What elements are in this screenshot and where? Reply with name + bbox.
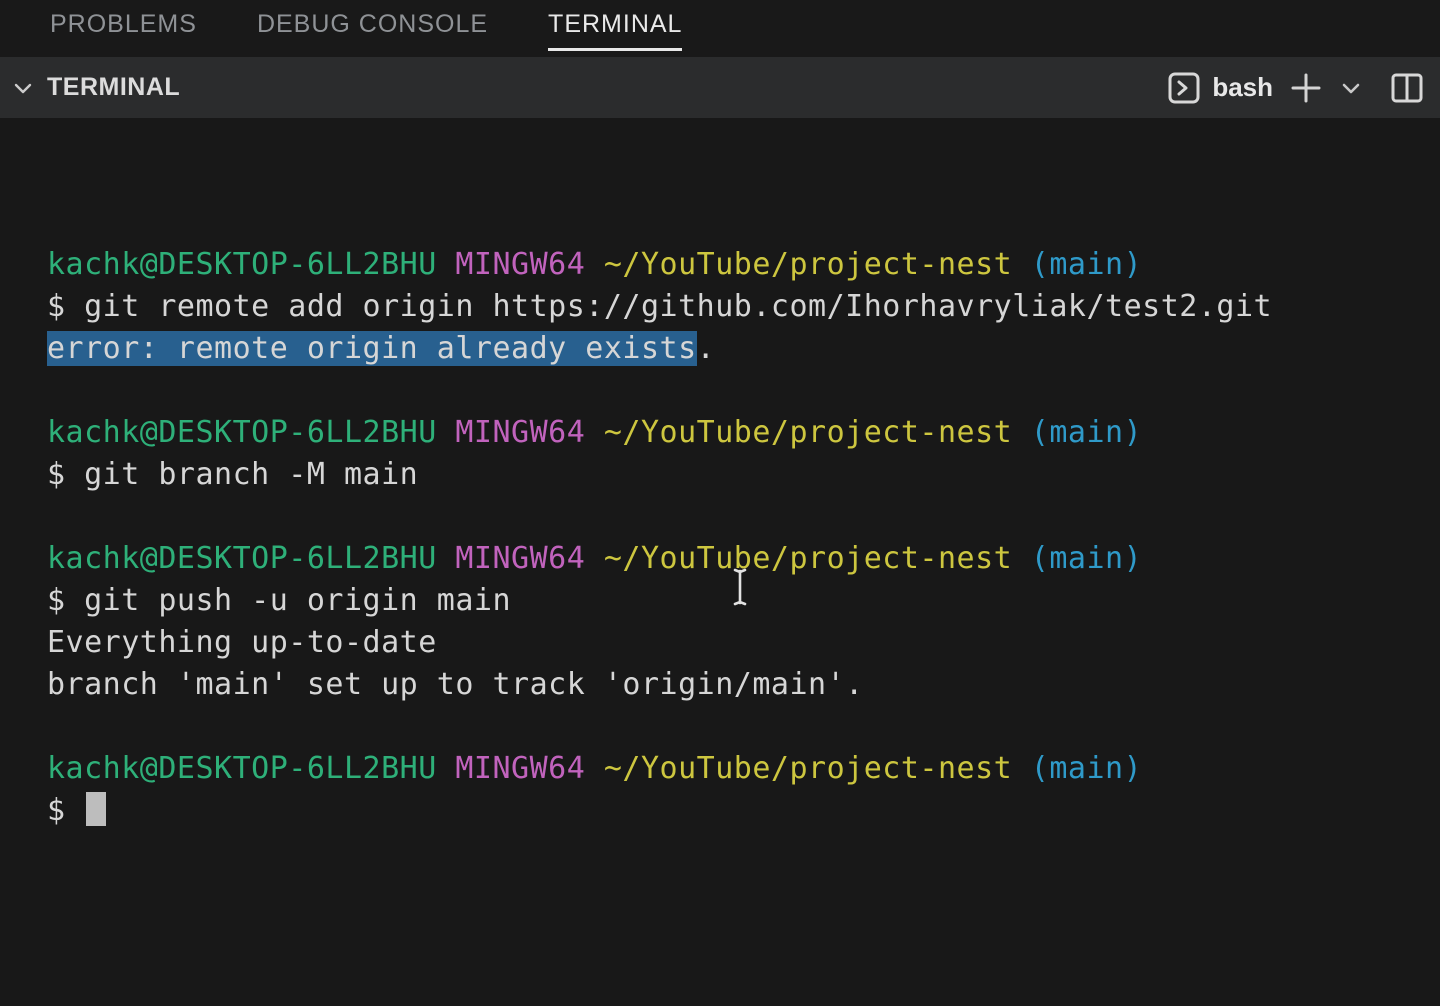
text-segment xyxy=(585,415,604,450)
text-segment: kachk@DESKTOP-6LL2BHU xyxy=(47,415,437,450)
terminal-icon xyxy=(1167,71,1201,105)
text-segment: $ git remote add origin https://github.c… xyxy=(47,289,1272,324)
terminal-line: kachk@DESKTOP-6LL2BHU MINGW64 ~/YouTube/… xyxy=(47,244,1440,286)
text-segment: (main) xyxy=(1031,751,1142,786)
tab-debug-console[interactable]: DEBUG CONSOLE xyxy=(257,0,488,51)
text-segment: ~/YouTube/project-nest xyxy=(604,415,1012,450)
text-segment xyxy=(585,751,604,786)
text-segment: MINGW64 xyxy=(455,247,585,282)
terminal-panel-title: TERMINAL xyxy=(47,73,180,102)
terminal-line xyxy=(47,706,1440,748)
text-segment: . xyxy=(697,331,716,366)
text-segment: kachk@DESKTOP-6LL2BHU xyxy=(47,751,437,786)
text-segment: (main) xyxy=(1031,415,1142,450)
text-segment xyxy=(1012,541,1031,576)
text-segment xyxy=(437,751,456,786)
text-segment: error: remote origin already exists xyxy=(47,331,697,366)
text-segment: MINGW64 xyxy=(455,541,585,576)
terminal-header: TERMINAL bash xyxy=(0,57,1440,118)
terminal-line xyxy=(47,370,1440,412)
terminal-line: Everything up-to-date xyxy=(47,622,1440,664)
text-segment: MINGW64 xyxy=(455,751,585,786)
text-segment: ~/YouTube/project-nest xyxy=(604,247,1012,282)
tab-problems[interactable]: PROBLEMS xyxy=(50,0,197,51)
terminal-output[interactable]: kachk@DESKTOP-6LL2BHU MINGW64 ~/YouTube/… xyxy=(0,118,1440,1006)
active-terminal-bash[interactable]: bash xyxy=(1167,71,1273,105)
text-segment xyxy=(437,247,456,282)
terminal-line: branch 'main' set up to track 'origin/ma… xyxy=(47,664,1440,706)
text-segment: (main) xyxy=(1031,247,1142,282)
terminal-line: kachk@DESKTOP-6LL2BHU MINGW64 ~/YouTube/… xyxy=(47,748,1440,790)
text-segment: branch 'main' set up to track 'origin/ma… xyxy=(47,667,864,702)
launch-profile-chevron-icon[interactable] xyxy=(1339,76,1363,100)
panel-tab-bar: PROBLEMS DEBUG CONSOLE TERMINAL xyxy=(0,0,1440,57)
text-segment: kachk@DESKTOP-6LL2BHU xyxy=(47,541,437,576)
shell-label: bash xyxy=(1212,72,1273,103)
text-segment: $ xyxy=(47,793,84,828)
tab-terminal[interactable]: TERMINAL xyxy=(548,0,682,51)
text-segment xyxy=(1012,415,1031,450)
text-segment xyxy=(1012,751,1031,786)
text-segment: Everything up-to-date xyxy=(47,625,437,660)
text-segment: $ git branch -M main xyxy=(47,457,418,492)
new-terminal-plus-icon[interactable] xyxy=(1288,70,1324,106)
terminal-block-cursor xyxy=(86,792,106,826)
chevron-down-icon[interactable] xyxy=(12,77,34,99)
text-segment xyxy=(437,415,456,450)
text-segment: kachk@DESKTOP-6LL2BHU xyxy=(47,247,437,282)
text-segment: MINGW64 xyxy=(455,415,585,450)
text-segment xyxy=(437,541,456,576)
terminal-line: $ xyxy=(47,790,1440,832)
mouse-cursor-ibeam-icon xyxy=(731,567,749,619)
text-segment xyxy=(585,541,604,576)
terminal-line: error: remote origin already exists. xyxy=(47,328,1440,370)
text-segment: $ git push -u origin main xyxy=(47,583,511,618)
split-terminal-icon[interactable] xyxy=(1390,71,1424,105)
terminal-line: $ git branch -M main xyxy=(47,454,1440,496)
text-segment xyxy=(1012,247,1031,282)
terminal-line: kachk@DESKTOP-6LL2BHU MINGW64 ~/YouTube/… xyxy=(47,412,1440,454)
text-segment xyxy=(585,247,604,282)
terminal-line: $ git remote add origin https://github.c… xyxy=(47,286,1440,328)
text-segment: ~/YouTube/project-nest xyxy=(604,541,1012,576)
terminal-line xyxy=(47,496,1440,538)
text-segment: ~/YouTube/project-nest xyxy=(604,751,1012,786)
text-segment: (main) xyxy=(1031,541,1142,576)
